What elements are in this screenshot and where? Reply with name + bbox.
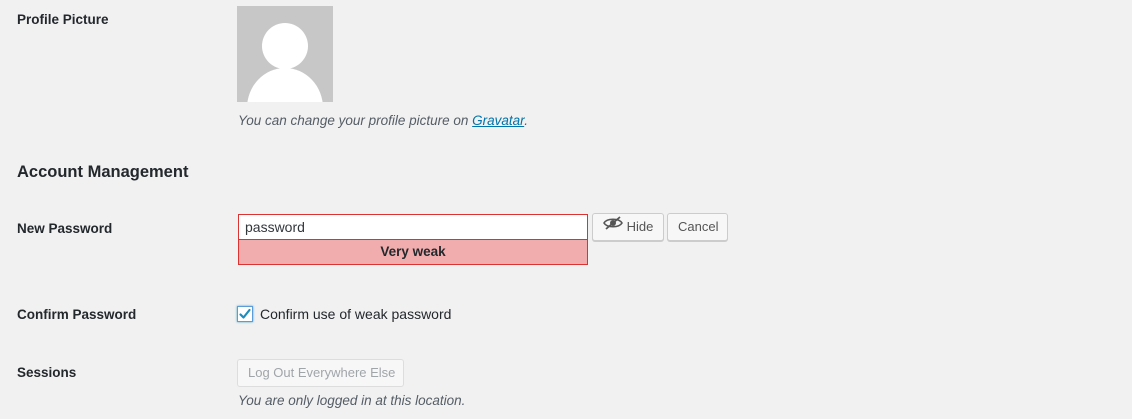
default-avatar-icon: [237, 6, 333, 102]
new-password-field-group: Very weak: [238, 214, 588, 265]
profile-picture-desc-prefix: You can change your profile picture on: [238, 113, 473, 128]
profile-picture-description: You can change your profile picture on G…: [238, 113, 528, 128]
confirm-weak-password-label[interactable]: Confirm use of weak password: [260, 306, 451, 322]
gravatar-link[interactable]: Gravatar: [472, 113, 524, 128]
profile-picture-label: Profile Picture: [17, 12, 109, 27]
profile-picture-desc-suffix: .: [524, 113, 528, 128]
checkmark-icon: [239, 308, 251, 319]
confirm-weak-password-checkbox[interactable]: [237, 306, 253, 322]
account-management-heading: Account Management: [17, 163, 189, 181]
hide-password-button[interactable]: Hide: [592, 213, 664, 241]
new-password-input[interactable]: [238, 214, 588, 240]
hide-button-label: Hide: [626, 219, 654, 234]
sessions-label: Sessions: [17, 365, 77, 380]
confirm-password-label: Confirm Password: [17, 307, 137, 322]
log-out-everywhere-button[interactable]: Log Out Everywhere Else: [237, 359, 404, 387]
new-password-label: New Password: [17, 221, 113, 236]
sessions-description: You are only logged in at this location.: [238, 393, 466, 408]
eye-slash-icon: [602, 213, 623, 239]
cancel-password-button[interactable]: Cancel: [667, 213, 728, 241]
password-strength-meter: Very weak: [238, 239, 588, 265]
